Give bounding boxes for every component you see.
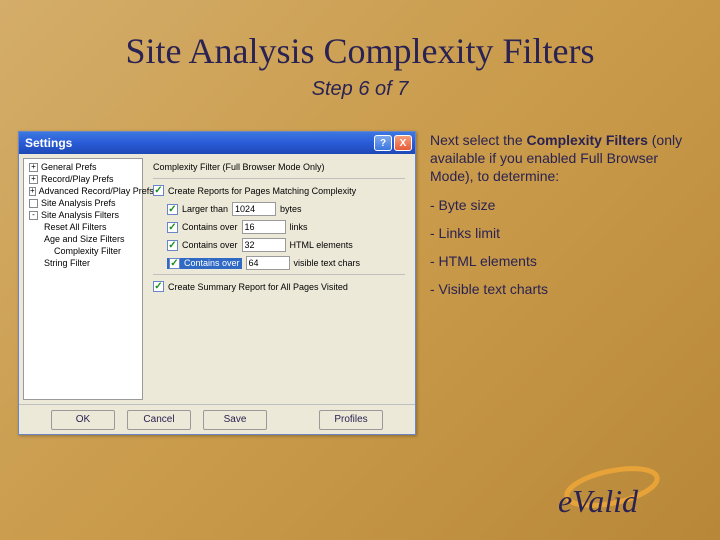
filter-label: Contains over — [182, 222, 238, 232]
profiles-button[interactable]: Profiles — [319, 410, 383, 430]
tree-item-siteanalysis-filters[interactable]: -Site Analysis Filters — [26, 209, 140, 221]
filter-row-bytes[interactable]: ✓ Larger than 1024 bytes — [167, 202, 405, 216]
expand-icon[interactable]: + — [29, 163, 38, 172]
filter-unit: visible text chars — [294, 258, 361, 268]
evalid-logo: eValid — [550, 460, 680, 526]
divider — [153, 178, 405, 179]
explanation-text: Next select the Complexity Filters (only… — [430, 131, 702, 435]
create-reports-label: Create Reports for Pages Matching Comple… — [168, 186, 356, 196]
panel-heading: Complexity Filter (Full Browser Mode Onl… — [153, 162, 405, 172]
checkbox-icon[interactable]: ✓ — [153, 281, 164, 292]
help-button[interactable]: ? — [374, 135, 392, 151]
logo-text: eValid — [558, 483, 639, 519]
intro-bold: Complexity Filters — [527, 132, 648, 148]
tree-item-siteanalysis-prefs[interactable]: Site Analysis Prefs — [26, 197, 140, 209]
tree-label: General Prefs — [41, 162, 97, 172]
checkbox-icon[interactable]: ✓ — [167, 204, 178, 215]
bytes-input[interactable]: 1024 — [232, 202, 276, 216]
settings-window: Settings ? X +General Prefs +Record/Play… — [18, 131, 416, 435]
filter-label: Contains over — [182, 240, 238, 250]
tree-sub-reset[interactable]: Reset All Filters — [26, 221, 140, 233]
tree-label: Reset All Filters — [44, 222, 107, 232]
tree-item-advanced[interactable]: +Advanced Record/Play Prefs — [26, 185, 140, 197]
textchars-input[interactable]: 64 — [246, 256, 290, 270]
tree-item-general[interactable]: +General Prefs — [26, 161, 140, 173]
close-button[interactable]: X — [394, 135, 412, 151]
expand-icon[interactable]: + — [29, 187, 36, 196]
bullet-text: - Visible text charts — [430, 280, 702, 298]
checkbox-icon[interactable]: ✓ — [153, 185, 164, 196]
ok-button[interactable]: OK — [51, 410, 115, 430]
filter-row-textchars[interactable]: ✓ Contains over 64 visible text chars — [167, 256, 405, 270]
slide-subtitle: Step 6 of 7 — [0, 78, 720, 101]
links-input[interactable]: 16 — [242, 220, 286, 234]
button-bar: OK Cancel Save Profiles — [19, 404, 415, 434]
tree-label: String Filter — [44, 258, 90, 268]
expand-icon[interactable]: + — [29, 175, 38, 184]
checkbox-icon[interactable]: ✓ — [167, 222, 178, 233]
create-reports-row[interactable]: ✓ Create Reports for Pages Matching Comp… — [153, 185, 405, 196]
tree-label: Advanced Record/Play Prefs — [39, 186, 154, 196]
filter-unit: HTML elements — [290, 240, 353, 250]
filter-label: Contains over — [184, 258, 240, 268]
filter-unit: bytes — [280, 204, 302, 214]
tree-label: Site Analysis Prefs — [41, 198, 116, 208]
create-summary-row[interactable]: ✓ Create Summary Report for All Pages Vi… — [153, 281, 405, 292]
bullet-html: - HTML elements — [430, 252, 702, 270]
window-title: Settings — [25, 136, 374, 150]
tree-sub-string[interactable]: String Filter — [26, 257, 140, 269]
tree-item-recordplay[interactable]: +Record/Play Prefs — [26, 173, 140, 185]
tree-label: Age and Size Filters — [44, 234, 125, 244]
slide-title: Site Analysis Complexity Filters — [0, 0, 720, 72]
filter-label: Larger than — [182, 204, 228, 214]
titlebar: Settings ? X — [19, 132, 415, 154]
tree-sub-complexity[interactable]: Complexity Filter — [26, 245, 140, 257]
collapse-icon[interactable]: - — [29, 211, 38, 220]
filter-unit: links — [290, 222, 308, 232]
tree-panel: +General Prefs +Record/Play Prefs +Advan… — [23, 158, 143, 400]
tree-label: Site Analysis Filters — [41, 210, 119, 220]
checkbox-icon[interactable]: ✓ — [169, 258, 180, 269]
bullet-byte: - Byte size — [430, 196, 702, 214]
divider — [153, 274, 405, 275]
create-summary-label: Create Summary Report for All Pages Visi… — [168, 282, 348, 292]
bullet-links: - Links limit — [430, 224, 702, 242]
html-input[interactable]: 32 — [242, 238, 286, 252]
intro-text-a: Next select the — [430, 132, 527, 148]
tree-sub-agesize[interactable]: Age and Size Filters — [26, 233, 140, 245]
filter-row-links[interactable]: ✓ Contains over 16 links — [167, 220, 405, 234]
save-button[interactable]: Save — [203, 410, 267, 430]
expand-icon[interactable] — [29, 199, 38, 208]
cancel-button[interactable]: Cancel — [127, 410, 191, 430]
checkbox-icon[interactable]: ✓ — [167, 240, 178, 251]
filter-row-html[interactable]: ✓ Contains over 32 HTML elements — [167, 238, 405, 252]
settings-panel: Complexity Filter (Full Browser Mode Onl… — [147, 158, 411, 400]
tree-label: Record/Play Prefs — [41, 174, 114, 184]
tree-label: Complexity Filter — [54, 246, 121, 256]
